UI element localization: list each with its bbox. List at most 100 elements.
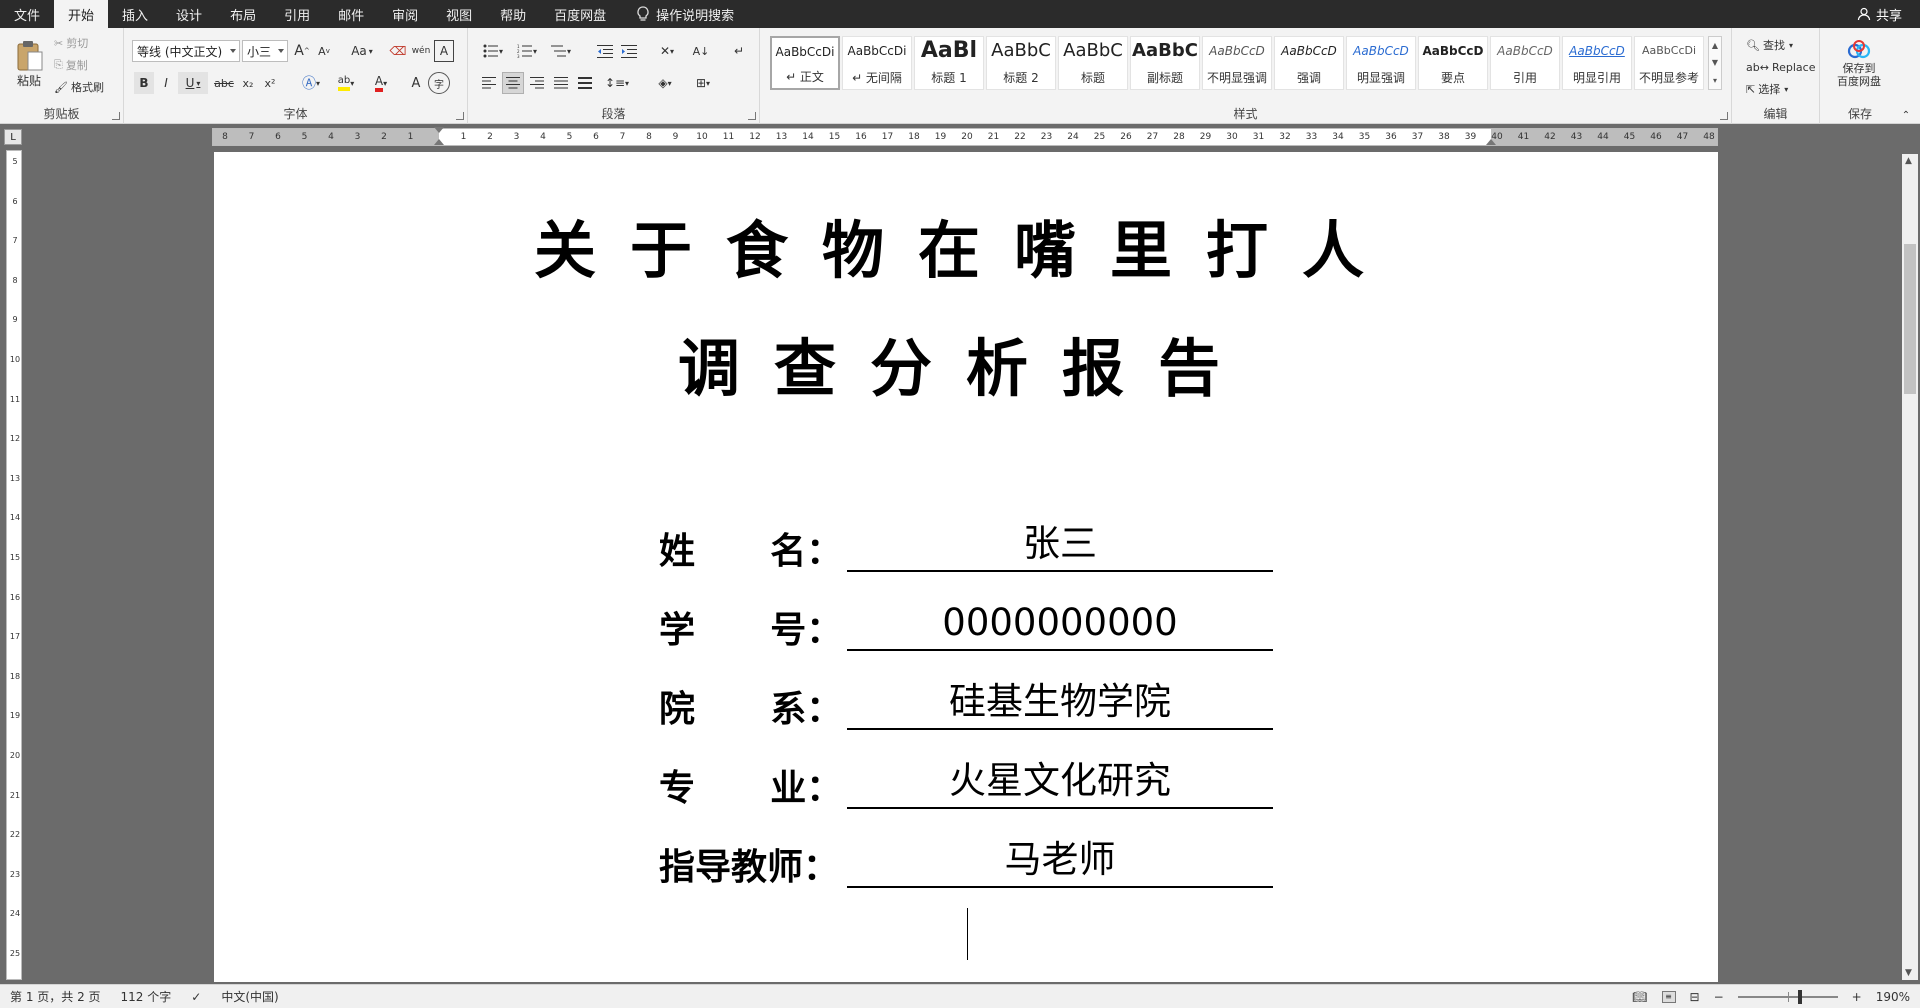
character-border-button[interactable]: A: [434, 40, 454, 62]
increase-indent-button[interactable]: [618, 40, 640, 62]
collapse-ribbon-icon[interactable]: ⌃: [1898, 108, 1914, 122]
vertical-ruler[interactable]: 5 6 7 8 9 10 11 12 13 14 15 16 17 18 19 20 21 22 23 24 25: [6, 150, 22, 980]
character-shading-button[interactable]: A: [406, 72, 426, 94]
strikethrough-button[interactable]: abc: [212, 72, 236, 94]
scroll-up-icon[interactable]: ▲: [1905, 156, 1912, 166]
clipboard-launcher-icon[interactable]: [112, 112, 120, 120]
scroll-down-icon[interactable]: ▼: [1905, 968, 1912, 978]
menu-tab-0[interactable]: 文件: [0, 0, 54, 28]
zoom-slider-thumb[interactable]: [1797, 989, 1802, 1004]
menu-tab-2[interactable]: 插入: [108, 0, 162, 28]
replace-button[interactable]: ab↔ Replace: [1746, 58, 1815, 76]
language-indicator[interactable]: 中文(中国): [211, 988, 288, 1005]
zoom-level[interactable]: 190%: [1876, 990, 1910, 1004]
chevron-up-icon[interactable]: ▲: [1712, 41, 1718, 50]
tab-selector[interactable]: L: [4, 129, 22, 145]
style-tile-7[interactable]: AaBbCcD 强调: [1274, 36, 1344, 90]
phonetic-guide-button[interactable]: wén: [410, 40, 432, 62]
vertical-scrollbar[interactable]: ▲ ▼: [1902, 154, 1918, 980]
field-value[interactable]: 火星文化研究: [847, 753, 1273, 809]
menu-tab-10[interactable]: 百度网盘: [540, 0, 620, 28]
style-tile-3[interactable]: AaBbC 标题 2: [986, 36, 1056, 90]
hanging-indent-handle[interactable]: [434, 139, 444, 145]
cut-button[interactable]: ✂ 剪切: [54, 34, 88, 52]
share-button[interactable]: 共享: [1857, 0, 1902, 28]
style-tile-6[interactable]: AaBbCcD 不明显强调: [1202, 36, 1272, 90]
italic-button[interactable]: I: [156, 72, 176, 94]
show-marks-button[interactable]: ↵: [728, 40, 750, 62]
justify-button[interactable]: [550, 72, 572, 94]
shading-button[interactable]: ◈ ▾: [648, 72, 682, 94]
field-value[interactable]: 张三: [847, 516, 1273, 572]
asian-layout-button[interactable]: ✕ ▾: [652, 40, 682, 62]
proofing-icon[interactable]: ✓: [181, 990, 211, 1004]
chevron-down-icon[interactable]: ▼: [1712, 58, 1718, 67]
zoom-in-button[interactable]: +: [1852, 990, 1862, 1004]
sort-button[interactable]: A↓: [690, 40, 712, 62]
subscript-button[interactable]: x₂: [238, 72, 258, 94]
change-case-button[interactable]: Aa ▾: [346, 40, 378, 62]
grow-font-button[interactable]: A ^: [292, 40, 312, 62]
save-to-baidu-button[interactable]: 保存到 百度网盘: [1826, 34, 1892, 94]
menu-tab-6[interactable]: 邮件: [324, 0, 378, 28]
paste-button[interactable]: 粘贴: [8, 34, 50, 94]
menu-tab-3[interactable]: 设计: [162, 0, 216, 28]
style-tile-4[interactable]: AaBbC 标题: [1058, 36, 1128, 90]
distributed-button[interactable]: [574, 72, 596, 94]
tell-me-search[interactable]: 操作说明搜索: [636, 5, 734, 24]
scrollbar-thumb[interactable]: [1904, 244, 1916, 394]
style-tile-11[interactable]: AaBbCcD 明显引用: [1562, 36, 1632, 90]
menu-tab-9[interactable]: 帮助: [486, 0, 540, 28]
numbering-button[interactable]: 1 2 3 ▾: [512, 40, 542, 62]
page-count[interactable]: 第 1 页，共 2 页: [0, 988, 111, 1005]
align-center-button[interactable]: [502, 72, 524, 94]
clear-formatting-icon[interactable]: ⌫: [388, 40, 408, 62]
style-tile-0[interactable]: AaBbCcDi ↵ 正文: [770, 36, 840, 90]
borders-button[interactable]: ⊞ ▾: [686, 72, 720, 94]
font-color-button[interactable]: A ▾: [366, 72, 396, 94]
copy-button[interactable]: ⎘ 复制: [54, 56, 88, 74]
read-mode-icon[interactable]: 📖︎: [1632, 990, 1647, 1004]
style-tile-8[interactable]: AaBbCcD 明显强调: [1346, 36, 1416, 90]
style-tile-9[interactable]: AaBbCcD 要点: [1418, 36, 1488, 90]
menu-tab-7[interactable]: 审阅: [378, 0, 432, 28]
style-tile-5[interactable]: AaBbC 副标题: [1130, 36, 1200, 90]
zoom-slider[interactable]: [1737, 989, 1838, 1004]
font-size-combo[interactable]: 小三: [242, 40, 288, 62]
find-button[interactable]: 🔍︎ 查找 ▾: [1746, 36, 1793, 54]
style-tile-2[interactable]: AaBl 标题 1: [914, 36, 984, 90]
document-page[interactable]: 关于食物在嘴里打人 调查分析报告 姓 名： 张三学 号： 0000000000 院 系…: [214, 152, 1718, 982]
more-icon[interactable]: ▾: [1713, 76, 1717, 85]
underline-button[interactable]: U ▾: [178, 72, 208, 94]
web-layout-icon[interactable]: ⊟: [1690, 990, 1700, 1004]
align-left-button[interactable]: [478, 72, 500, 94]
align-right-button[interactable]: [526, 72, 548, 94]
select-button[interactable]: ⇱ 选择 ▾: [1746, 80, 1788, 98]
format-painter-button[interactable]: 🖌 格式刷: [54, 78, 104, 96]
menu-tab-1[interactable]: 开始: [54, 0, 109, 28]
print-layout-icon[interactable]: ≡: [1661, 990, 1676, 1003]
menu-tab-8[interactable]: 视图: [432, 0, 486, 28]
styles-launcher-icon[interactable]: [1720, 112, 1728, 120]
menu-tab-5[interactable]: 引用: [270, 0, 324, 28]
highlight-button[interactable]: ab ▾: [330, 72, 362, 94]
field-value[interactable]: 硅基生物学院: [847, 674, 1273, 730]
zoom-out-button[interactable]: −: [1714, 990, 1724, 1004]
superscript-button[interactable]: x²: [260, 72, 280, 94]
field-value[interactable]: 0000000000: [847, 595, 1273, 651]
decrease-indent-button[interactable]: [594, 40, 616, 62]
line-spacing-button[interactable]: ↕≡ ▾: [602, 72, 632, 94]
multilevel-list-button[interactable]: ▾: [546, 40, 576, 62]
text-effects-button[interactable]: Ⓐ ▾: [296, 72, 326, 94]
paragraph-launcher-icon[interactable]: [748, 112, 756, 120]
bullets-button[interactable]: ▾: [478, 40, 508, 62]
style-tile-10[interactable]: AaBbCcD 引用: [1490, 36, 1560, 90]
word-count[interactable]: 112 个字: [111, 988, 182, 1005]
shrink-font-button[interactable]: Av: [314, 40, 334, 62]
field-value[interactable]: 马老师: [847, 832, 1273, 888]
style-tile-1[interactable]: AaBbCcDi ↵ 无间隔: [842, 36, 912, 90]
font-name-combo[interactable]: 等线 (中文正文): [132, 40, 240, 62]
style-tile-12[interactable]: AaBbCcDi 不明显参考: [1634, 36, 1704, 90]
bold-button[interactable]: B: [134, 72, 154, 94]
horizontal-ruler[interactable]: 8 7 6 5 4 3 2 1 1 2 3 4 5 6 7 8 9 10 11 12 13 14 15 16 17 18 19 20 2…: [212, 127, 1718, 146]
